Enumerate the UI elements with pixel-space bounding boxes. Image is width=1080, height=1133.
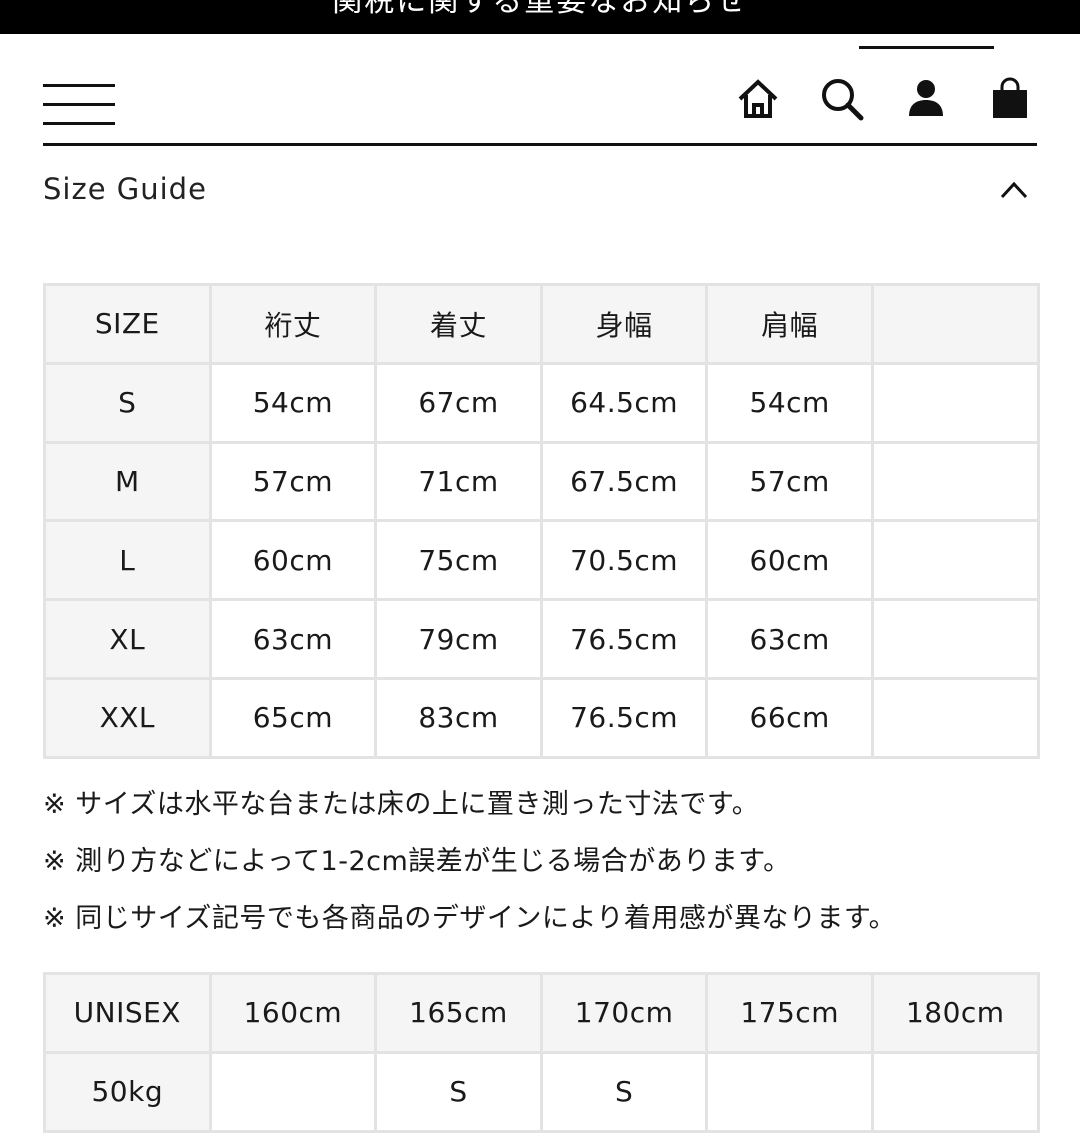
table-cell: 83cm <box>374 676 543 759</box>
height-weight-table: UNISEX 160cm 165cm 170cm 175cm 180cm 50k… <box>43 972 1040 1133</box>
table-cell: 54cm <box>208 361 378 444</box>
table-cell <box>870 361 1040 444</box>
table-cell: S <box>539 1050 709 1133</box>
header-divider <box>43 143 1037 146</box>
table-row: M 57cm 71cm 67.5cm 57cm <box>43 440 1040 523</box>
table-cell <box>870 1050 1040 1133</box>
table-cell: S <box>374 1050 543 1133</box>
table-header-cell <box>870 283 1040 365</box>
hamburger-menu-icon[interactable] <box>43 84 115 126</box>
table-header-row: UNISEX 160cm 165cm 170cm 175cm 180cm <box>43 972 1040 1054</box>
table-cell: 66cm <box>705 676 874 759</box>
table-cell: 57cm <box>208 440 378 523</box>
table-cell: 64.5cm <box>539 361 709 444</box>
site-header <box>0 34 1080 146</box>
table-cell: 63cm <box>705 598 874 680</box>
table-cell: L <box>43 519 212 602</box>
table-header-cell: UNISEX <box>43 972 212 1054</box>
table-row: S 54cm 67cm 64.5cm 54cm <box>43 361 1040 444</box>
chevron-up-icon[interactable] <box>999 178 1029 202</box>
announcement-text[interactable]: 関税に関する重要なお知らせ <box>0 0 1080 22</box>
table-cell: 63cm <box>208 598 378 680</box>
table-header-cell: 175cm <box>705 972 874 1054</box>
table-header-cell: SIZE <box>43 283 212 365</box>
table-row: 50kg S S <box>43 1050 1040 1133</box>
shopping-bag-icon[interactable] <box>987 76 1033 122</box>
table-cell <box>705 1050 874 1133</box>
size-note: ※ 測り方などによって1-2cm誤差が生じる場合があります。 <box>43 846 791 877</box>
size-note: ※ 同じサイズ記号でも各商品のデザインにより着用感が異なります。 <box>43 903 897 934</box>
table-cell: 50kg <box>43 1050 212 1133</box>
table-cell <box>870 440 1040 523</box>
table-row: XL 63cm 79cm 76.5cm 63cm <box>43 598 1040 680</box>
home-icon[interactable] <box>735 76 781 122</box>
table-cell: 67cm <box>374 361 543 444</box>
size-table: SIZE 裄丈 着丈 身幅 肩幅 S 54cm 67cm 64.5cm 54cm… <box>43 283 1040 759</box>
table-cell: 75cm <box>374 519 543 602</box>
table-cell <box>870 519 1040 602</box>
table-header-cell: 165cm <box>374 972 543 1054</box>
table-cell: 70.5cm <box>539 519 709 602</box>
table-header-cell: 160cm <box>208 972 378 1054</box>
table-cell: 57cm <box>705 440 874 523</box>
table-header-cell: 180cm <box>870 972 1040 1054</box>
table-cell: XXL <box>43 676 212 759</box>
search-icon[interactable] <box>819 76 865 122</box>
table-cell <box>870 676 1040 759</box>
table-header-cell: 肩幅 <box>705 283 874 365</box>
user-icon[interactable] <box>903 76 949 122</box>
table-cell <box>870 598 1040 680</box>
announcement-bar[interactable]: 関税に関する重要なお知らせ <box>0 0 1080 34</box>
table-header-row: SIZE 裄丈 着丈 身幅 肩幅 <box>43 283 1040 365</box>
table-row: XXL 65cm 83cm 76.5cm 66cm <box>43 676 1040 759</box>
table-cell: M <box>43 440 212 523</box>
table-cell: 76.5cm <box>539 598 709 680</box>
table-cell: 67.5cm <box>539 440 709 523</box>
table-header-cell: 着丈 <box>374 283 543 365</box>
size-guide-toggle[interactable]: Size Guide <box>43 160 1037 224</box>
size-note: ※ サイズは水平な台または床の上に置き測った寸法です。 <box>43 789 760 820</box>
table-cell: 60cm <box>705 519 874 602</box>
table-cell <box>208 1050 378 1133</box>
table-header-cell: 身幅 <box>539 283 709 365</box>
table-cell: 60cm <box>208 519 378 602</box>
table-cell: 65cm <box>208 676 378 759</box>
size-guide-title: Size Guide <box>43 172 207 206</box>
table-row: L 60cm 75cm 70.5cm 60cm <box>43 519 1040 602</box>
table-cell: 79cm <box>374 598 543 680</box>
table-cell: 54cm <box>705 361 874 444</box>
table-cell: 76.5cm <box>539 676 709 759</box>
table-cell: XL <box>43 598 212 680</box>
table-cell: S <box>43 361 212 444</box>
table-header-cell: 裄丈 <box>208 283 378 365</box>
table-cell: 71cm <box>374 440 543 523</box>
nav-active-indicator <box>859 46 994 49</box>
size-notes: ※ サイズは水平な台または床の上に置き測った寸法です。 ※ 測り方などによって1… <box>43 776 1043 947</box>
table-header-cell: 170cm <box>539 972 709 1054</box>
